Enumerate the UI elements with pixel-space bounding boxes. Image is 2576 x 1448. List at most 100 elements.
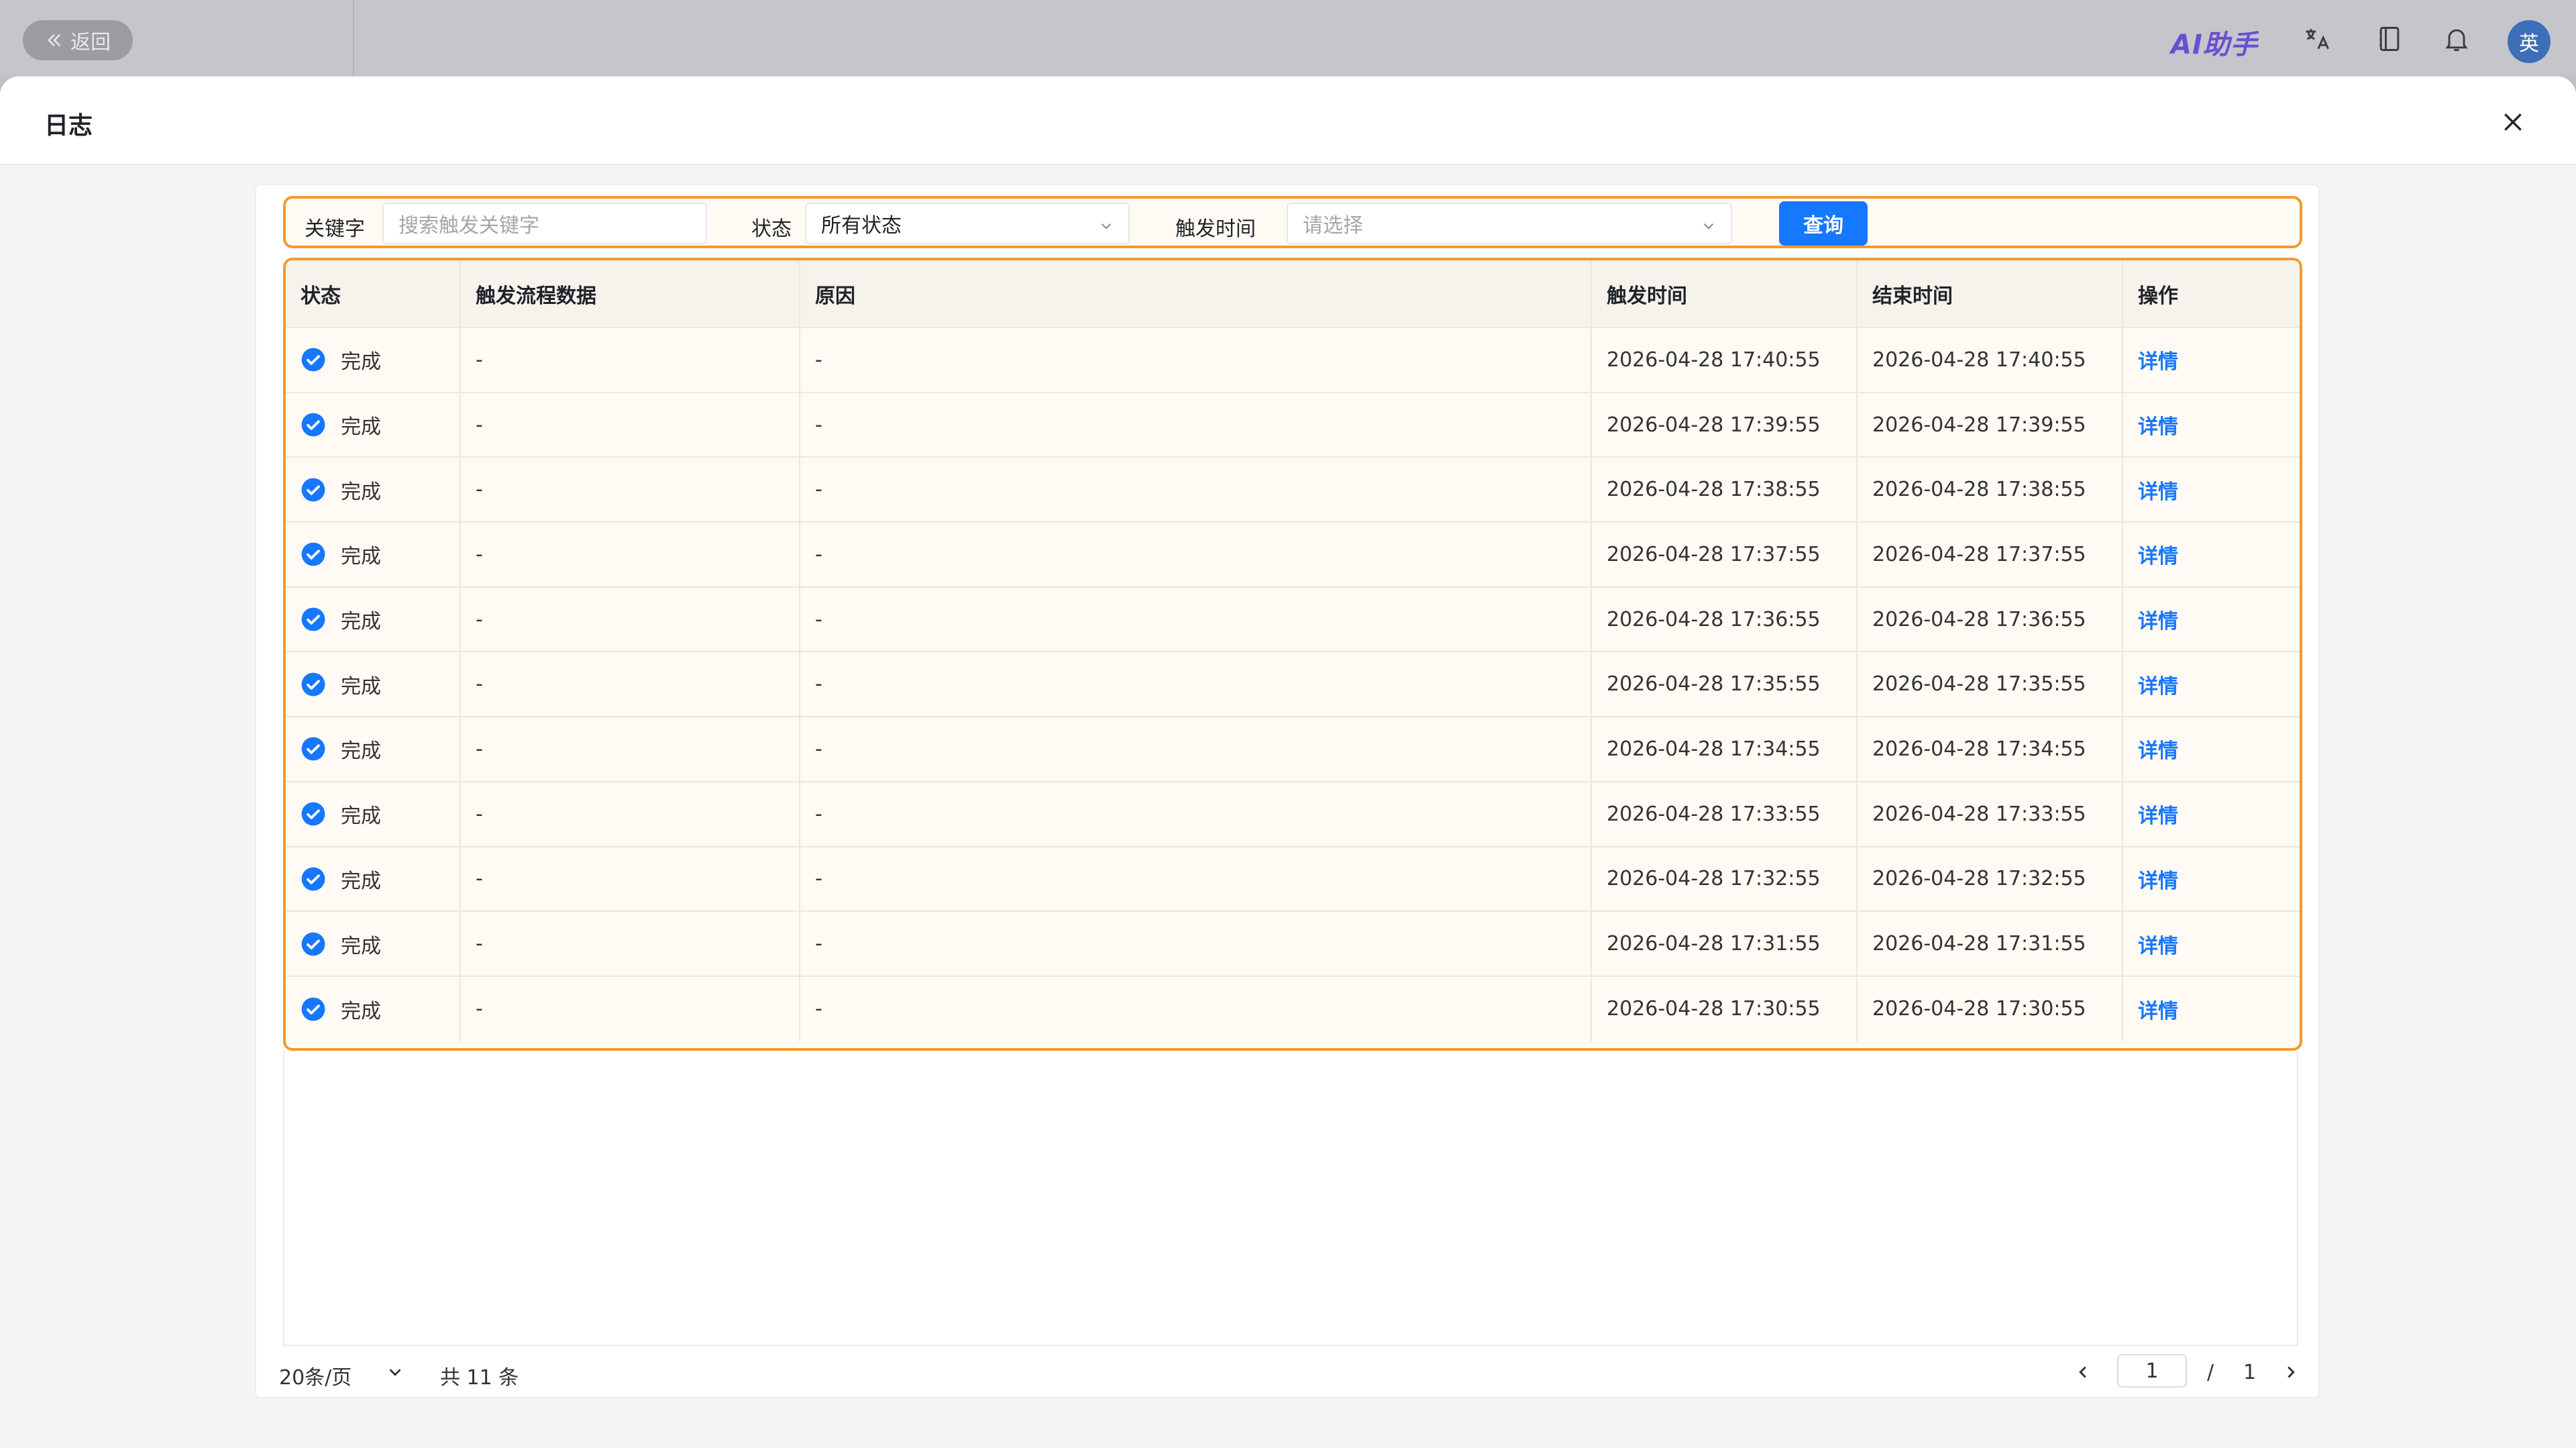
table-row: 完成 - -2026-04-28 17:34:55 2026-04-28 17:34:… <box>286 717 2300 782</box>
detail-link[interactable]: 详情 <box>2138 610 2178 633</box>
end-time-cell: 2026-04-28 17:30:55 <box>1857 976 2123 1041</box>
end-time-cell: 2026-04-28 17:37:55 <box>1857 522 2123 588</box>
table-row: 完成 - -2026-04-28 17:31:55 2026-04-28 17:31:… <box>286 911 2300 977</box>
table-row: 完成 - -2026-04-28 17:30:55 2026-04-28 17:30:… <box>286 976 2300 1041</box>
close-icon[interactable] <box>2500 109 2526 136</box>
table-row: 完成 - -2026-04-28 17:32:55 2026-04-28 17:32:… <box>286 846 2300 913</box>
table-row: 完成 - -2026-04-28 17:38:55 2026-04-28 17:38:… <box>286 457 2300 523</box>
detail-link[interactable]: 详情 <box>2138 739 2178 763</box>
modal-header: 日志 <box>0 76 2576 165</box>
trigger-time-cell: 2026-04-28 17:36:55 <box>1591 586 1858 653</box>
detail-link[interactable]: 详情 <box>2138 350 2178 374</box>
action-cell: 详情 <box>2123 392 2300 458</box>
trigger-time-cell: 2026-04-28 17:30:55 <box>1591 976 1858 1041</box>
reason-cell: - <box>800 457 1592 523</box>
page-size-value: 20条/页 <box>279 1366 352 1390</box>
end-time-cell: 2026-04-28 17:35:55 <box>1857 652 2123 718</box>
detail-link[interactable]: 详情 <box>2138 805 2178 828</box>
detail-link[interactable]: 详情 <box>2138 935 2178 958</box>
back-label: 返回 <box>70 31 111 54</box>
check-circle-icon <box>301 802 325 826</box>
status-cell: 完成 <box>286 781 461 847</box>
status-cell: 完成 <box>286 522 461 588</box>
action-cell: 详情 <box>2123 976 2300 1041</box>
ai-assistant-logo[interactable]: AI助手 <box>2171 23 2258 62</box>
chevron-down-icon <box>1703 223 1714 229</box>
detail-link[interactable]: 详情 <box>2138 675 2178 699</box>
total-pages: 1 <box>2243 1361 2257 1384</box>
reason-cell: - <box>800 327 1592 393</box>
column-header: 触发流程数据 <box>460 260 800 328</box>
chevron-right-icon[interactable] <box>2281 1362 2301 1382</box>
chevron-left-icon[interactable] <box>2073 1362 2093 1382</box>
flow-data-cell: - <box>460 327 800 393</box>
status-cell: 完成 <box>286 846 461 913</box>
flow-data-cell: - <box>460 522 800 588</box>
book-icon[interactable] <box>2375 24 2404 54</box>
trigger-time-select[interactable]: 请选择 <box>1287 203 1732 244</box>
double-chevron-left-icon <box>48 34 61 47</box>
detail-link[interactable]: 详情 <box>2138 480 2178 504</box>
page-number-input[interactable]: 1 <box>2117 1354 2187 1388</box>
pagination: 20条/页 共 11 条 1 / 1 <box>256 1350 2321 1397</box>
end-time-cell: 2026-04-28 17:34:55 <box>1857 717 2123 782</box>
action-cell: 详情 <box>2123 781 2300 847</box>
status-cell: 完成 <box>286 457 461 523</box>
bell-icon[interactable] <box>2442 24 2471 54</box>
reason-cell: - <box>800 781 1592 847</box>
query-button[interactable]: 查询 <box>1779 201 1868 246</box>
translate-icon[interactable] <box>2302 24 2332 54</box>
check-circle-icon <box>301 348 325 372</box>
detail-link[interactable]: 详情 <box>2138 870 2178 893</box>
status-text: 完成 <box>341 934 381 958</box>
trigger-time-cell: 2026-04-28 17:37:55 <box>1591 522 1858 588</box>
current-page: 1 <box>2145 1359 2159 1383</box>
status-cell: 完成 <box>286 911 461 977</box>
status-label: 状态 <box>751 217 792 241</box>
detail-link[interactable]: 详情 <box>2138 545 2178 568</box>
action-cell: 详情 <box>2123 327 2300 393</box>
status-cell: 完成 <box>286 586 461 653</box>
column-header: 原因 <box>800 260 1592 328</box>
check-circle-icon <box>301 997 325 1021</box>
keyword-input[interactable]: 搜索触发关键字 <box>382 203 707 244</box>
table-header-row: 状态 触发流程数据 原因 触发时间 结束时间 操作 <box>286 260 2300 328</box>
status-select[interactable]: 所有状态 <box>805 203 1130 244</box>
reason-cell: - <box>800 652 1592 718</box>
status-cell: 完成 <box>286 327 461 393</box>
flow-data-cell: - <box>460 457 800 523</box>
topbar-divider <box>353 0 354 76</box>
column-header: 状态 <box>286 260 461 328</box>
status-text: 完成 <box>341 545 381 569</box>
column-header: 触发时间 <box>1591 260 1858 328</box>
back-button[interactable]: 返回 <box>23 20 133 60</box>
reason-cell: - <box>800 392 1592 458</box>
status-cell: 完成 <box>286 976 461 1041</box>
status-text: 完成 <box>341 415 381 439</box>
trigger-time-placeholder: 请选择 <box>1303 214 1363 238</box>
action-cell: 详情 <box>2123 457 2300 523</box>
status-text: 完成 <box>341 480 381 504</box>
trigger-time-cell: 2026-04-28 17:32:55 <box>1591 846 1858 913</box>
table-row: 完成 - -2026-04-28 17:40:55 2026-04-28 17:40:… <box>286 327 2300 393</box>
chevron-down-icon[interactable] <box>385 1362 405 1382</box>
keyword-placeholder: 搜索触发关键字 <box>398 214 539 238</box>
reason-cell: - <box>800 911 1592 977</box>
flow-data-cell: - <box>460 392 800 458</box>
reason-cell: - <box>800 522 1592 588</box>
column-header: 结束时间 <box>1857 260 2123 328</box>
detail-link[interactable]: 详情 <box>2138 1000 2178 1023</box>
status-text: 完成 <box>341 739 381 764</box>
check-circle-icon <box>301 607 325 631</box>
keyword-label: 关键字 <box>305 217 365 241</box>
end-time-cell: 2026-04-28 17:39:55 <box>1857 392 2123 458</box>
check-circle-icon <box>301 737 325 761</box>
action-cell: 详情 <box>2123 846 2300 913</box>
reason-cell: - <box>800 717 1592 782</box>
avatar[interactable]: 英 <box>2508 20 2551 63</box>
status-cell: 完成 <box>286 652 461 718</box>
detail-link[interactable]: 详情 <box>2138 415 2178 439</box>
flow-data-cell: - <box>460 781 800 847</box>
total-count: 共 11 条 <box>440 1366 519 1390</box>
flow-data-cell: - <box>460 846 800 913</box>
